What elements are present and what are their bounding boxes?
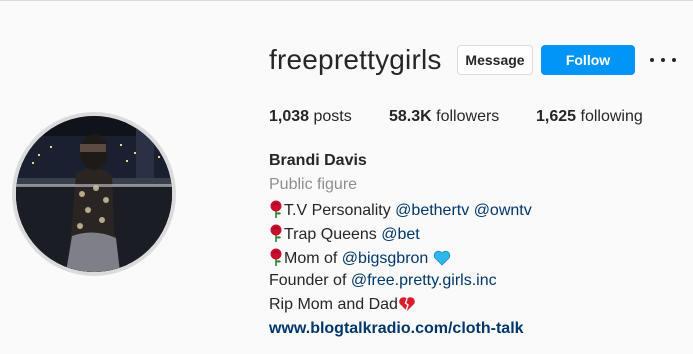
- bio-line-2-text: Trap Queens: [284, 226, 377, 243]
- rose-icon: [269, 224, 283, 247]
- mention-owntv[interactable]: @owntv: [474, 202, 532, 219]
- bio-line-4: Founder of @free.pretty.girls.inc: [269, 272, 497, 290]
- bio-full-name: Brandi Davis: [269, 152, 367, 169]
- bio-website-link[interactable]: www.blogtalkradio.com/cloth-talk: [269, 320, 524, 338]
- mention-bigsgbron[interactable]: @bigsgbron: [342, 250, 429, 267]
- more-dot: [661, 58, 665, 62]
- message-button[interactable]: Message: [457, 45, 533, 75]
- bio-line-3-text: Mom of: [284, 250, 338, 267]
- posts-count: 1,038 posts: [269, 108, 352, 126]
- mention-bet[interactable]: @bet: [381, 226, 419, 243]
- top-divider: [0, 0, 693, 1]
- following-count[interactable]: 1,625 following: [536, 108, 643, 126]
- profile-avatar[interactable]: [12, 112, 176, 276]
- rose-icon: [269, 200, 283, 223]
- more-options-icon[interactable]: [650, 50, 676, 70]
- bio-line-5: Rip Mom and Dad: [269, 296, 417, 317]
- rose-icon: [269, 248, 283, 271]
- more-dot: [650, 58, 654, 62]
- avatar-photo: [16, 116, 172, 272]
- follow-button[interactable]: Follow: [541, 45, 635, 75]
- bio-line-1-text: T.V Personality: [284, 202, 391, 219]
- posts-value: 1,038: [269, 108, 310, 125]
- more-dot: [672, 58, 676, 62]
- mention-bethertv[interactable]: @bethertv: [395, 202, 469, 219]
- bio-category: Public figure: [269, 176, 358, 193]
- bio-line-3: Mom of @bigsgbron: [269, 248, 452, 271]
- posts-label: posts: [313, 108, 352, 125]
- following-value: 1,625: [536, 108, 577, 125]
- blue-heart-icon: [433, 250, 451, 271]
- followers-value: 58.3K: [389, 108, 432, 125]
- bio-line-4-text: Founder of: [269, 272, 347, 289]
- mention-free-pretty-girls-inc[interactable]: @free.pretty.girls.inc: [351, 272, 497, 289]
- broken-heart-icon: [398, 296, 416, 317]
- followers-label: followers: [436, 108, 500, 125]
- bio-line-5-text: Rip Mom and Dad: [269, 296, 398, 313]
- bio-line-2: Trap Queens @bet: [269, 224, 420, 247]
- followers-count[interactable]: 58.3K followers: [389, 108, 499, 126]
- following-label: following: [580, 108, 643, 125]
- profile-username: freeprettygirls: [269, 44, 442, 75]
- bio-line-1: T.V Personality @bethertv @owntv: [269, 200, 532, 223]
